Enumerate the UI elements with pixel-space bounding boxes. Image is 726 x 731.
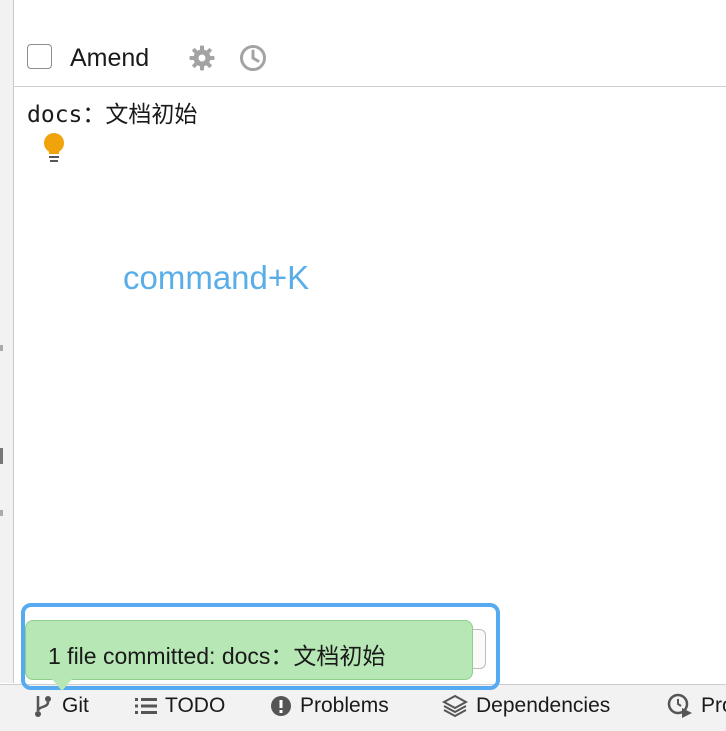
tool-tab-label: TODO bbox=[165, 694, 226, 717]
profiler-icon bbox=[667, 693, 692, 718]
notification-text: 1 file committed: docs：文档初始 bbox=[48, 643, 386, 669]
gear-icon[interactable] bbox=[188, 44, 216, 72]
commit-message-editor[interactable]: docs：文档初始 command+K bbox=[14, 87, 726, 683]
notification-pointer bbox=[52, 679, 72, 691]
strip-marker bbox=[0, 510, 3, 516]
lightbulb-icon[interactable] bbox=[40, 131, 68, 165]
tool-tab-label: Problems bbox=[300, 694, 389, 717]
layers-icon bbox=[442, 694, 468, 718]
list-icon bbox=[135, 698, 157, 714]
left-tool-strip bbox=[0, 0, 14, 683]
amend-checkbox[interactable] bbox=[27, 44, 52, 69]
commit-notification[interactable]: 1 file committed: docs：文档初始 bbox=[25, 620, 473, 680]
amend-label: Amend bbox=[70, 44, 150, 72]
tool-tab-label: Git bbox=[62, 694, 89, 717]
tool-tab-label: Dependencies bbox=[476, 694, 611, 717]
strip-handle[interactable] bbox=[0, 448, 3, 464]
strip-marker bbox=[0, 345, 3, 351]
clock-icon[interactable] bbox=[239, 44, 267, 72]
shortcut-hint: command+K bbox=[123, 259, 310, 296]
tool-tab-dependencies[interactable]: Dependencies bbox=[442, 685, 610, 727]
tool-tab-git[interactable]: Git bbox=[32, 685, 89, 727]
tool-tab-profiler[interactable]: Pro bbox=[667, 685, 726, 727]
commit-message-text[interactable]: docs：文档初始 bbox=[27, 95, 197, 129]
tool-tab-label: Pro bbox=[701, 694, 726, 717]
exclamation-icon bbox=[271, 696, 291, 716]
amend-row: Amend bbox=[14, 34, 726, 87]
tool-tab-problems[interactable]: Problems bbox=[270, 685, 389, 727]
tool-tab-todo[interactable]: TODO bbox=[135, 685, 225, 727]
bottom-tool-bar: Git TODO Problems Dependencies Pr bbox=[0, 684, 726, 731]
git-branch-icon bbox=[35, 696, 51, 717]
